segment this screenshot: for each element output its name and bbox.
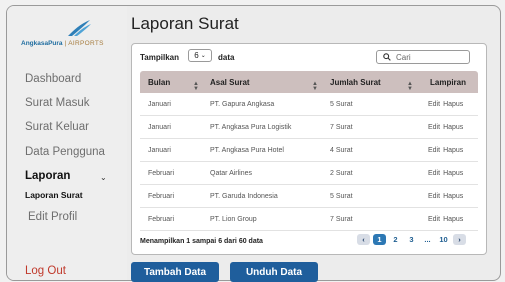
logo-sub: AIRPORTS [68,40,104,47]
table-row: Februari Qatar Airlines 2 Surat Edit Hapus [140,162,478,185]
nav-surat-keluar[interactable]: Surat Keluar [25,121,89,133]
edit-link[interactable]: Edit [428,124,440,131]
pagination: ‹ 1 2 3 ... 10 › [357,234,466,245]
cell-bulan: Januari [148,146,171,154]
angkasa-pura-logo: AngkasaPura | AIRPORTS [21,18,121,52]
cell-bulan: Februari [148,215,175,223]
next-page-button[interactable]: › [453,234,466,245]
logo-separator: | [64,40,67,47]
cell-actions: Edit Hapus [416,170,478,177]
cell-actions: Edit Hapus [416,216,478,223]
cell-asal-surat: PT. Garuda Indonesia [210,192,278,200]
col-jumlah-surat[interactable]: Jumlah Surat ▲ ▼ [322,77,416,92]
nav-laporan-surat[interactable]: Laporan Surat [25,190,83,200]
report-card: Tampilkan 6 ⌄ data Cari Bulan ▲ ▼ Asal Sur… [131,43,487,255]
length-label: Tampilkan [140,53,179,62]
cell-bulan: Februari [148,169,175,177]
table-row: Februari PT. Garuda Indonesia 5 Surat Edit H… [140,185,478,208]
chevron-down-icon[interactable]: ⌄ [100,173,107,182]
edit-link[interactable]: Edit [428,193,440,200]
logo-brand: AngkasaPura [21,40,63,47]
page-ellipsis: ... [424,235,431,244]
table-row: Januari PT. Angkasa Pura Logistik 7 Surat E… [140,116,478,139]
search-input[interactable]: Cari [376,50,470,64]
delete-link[interactable]: Hapus [443,147,463,154]
cell-bulan: Februari [148,192,175,200]
cell-jumlah-surat: 2 Surat [330,169,353,177]
edit-link[interactable]: Edit [428,216,440,223]
nav-dashboard[interactable]: Dashboard [25,73,81,85]
report-table: Bulan ▲ ▼ Asal Surat ▲ ▼ Jumlah Surat ▲ ▼ Lamp… [140,71,478,231]
search-placeholder: Cari [396,52,411,62]
nav-data-pengguna[interactable]: Data Pengguna [25,146,105,158]
download-data-button[interactable]: Unduh Data [230,262,318,282]
table-row: Januari PT. Angkasa Pura Hotel 4 Surat Edit… [140,139,478,162]
delete-link[interactable]: Hapus [443,170,463,177]
col-jumlah-label: Jumlah Surat [330,77,381,87]
cell-bulan: Januari [148,123,171,131]
col-bulan-label: Bulan [148,77,171,87]
logo-mark-icon [68,20,91,36]
logout-link[interactable]: Log Out [25,265,66,277]
chevron-down-icon: ⌄ [200,53,206,59]
nav-surat-masuk[interactable]: Surat Masuk [25,97,90,109]
delete-link[interactable]: Hapus [443,124,463,131]
page-title: Laporan Surat [131,14,239,33]
page-2-button[interactable]: 2 [389,234,402,245]
cell-jumlah-surat: 7 Surat [330,123,353,131]
length-value: 6 [194,51,199,60]
col-lampiran-label: Lampiran [430,77,467,87]
table-info: Menampilkan 1 sampai 6 dari 60 data [140,238,263,245]
add-data-button[interactable]: Tambah Data [131,262,219,282]
cell-actions: Edit Hapus [416,193,478,200]
table-row: Februari PT. Lion Group 7 Surat Edit Hapus [140,208,478,231]
cell-actions: Edit Hapus [416,147,478,154]
prev-page-button[interactable]: ‹ [357,234,370,245]
table-header: Bulan ▲ ▼ Asal Surat ▲ ▼ Jumlah Surat ▲ ▼ Lamp… [140,71,478,93]
page-3-button[interactable]: 3 [405,234,418,245]
cell-asal-surat: PT. Lion Group [210,215,257,223]
edit-link[interactable]: Edit [428,101,440,108]
page-10-button[interactable]: 10 [437,234,450,245]
cell-asal-surat: PT. Angkasa Pura Logistik [210,123,292,131]
table-row: Januari PT. Gapura Angkasa 5 Surat Edit Hapu… [140,93,478,116]
sidebar: AngkasaPura | AIRPORTS Dashboard Surat Mas… [7,6,127,280]
edit-link[interactable]: Edit [428,147,440,154]
cell-jumlah-surat: 5 Surat [330,192,353,200]
table-body: Januari PT. Gapura Angkasa 5 Surat Edit Hapu… [140,93,478,231]
col-asal-label: Asal Surat [210,77,250,87]
delete-link[interactable]: Hapus [443,216,463,223]
cell-asal-surat: Qatar Airlines [210,169,253,177]
nav-edit-profil[interactable]: Edit Profil [28,211,77,223]
cell-actions: Edit Hapus [416,124,478,131]
sort-icon: ▲ ▼ [312,80,318,92]
cell-jumlah-surat: 4 Surat [330,146,353,154]
sort-icon: ▲ ▼ [193,80,199,92]
delete-link[interactable]: Hapus [443,101,463,108]
cell-jumlah-surat: 5 Surat [330,100,353,108]
col-bulan[interactable]: Bulan ▲ ▼ [140,77,202,92]
cell-asal-surat: PT. Gapura Angkasa [210,100,275,108]
cell-jumlah-surat: 7 Surat [330,215,353,223]
length-suffix: data [218,53,235,62]
cell-bulan: Januari [148,100,171,108]
page-1-button[interactable]: 1 [373,234,386,245]
col-lampiran: Lampiran [416,78,478,87]
col-asal-surat[interactable]: Asal Surat ▲ ▼ [202,77,322,92]
nav-laporan[interactable]: Laporan [25,170,70,182]
sort-icon: ▲ ▼ [407,80,413,92]
length-select[interactable]: 6 ⌄ [188,49,212,62]
cell-actions: Edit Hapus [416,101,478,108]
edit-link[interactable]: Edit [428,170,440,177]
cell-asal-surat: PT. Angkasa Pura Hotel [210,146,284,154]
delete-link[interactable]: Hapus [443,193,463,200]
search-icon [383,53,391,61]
